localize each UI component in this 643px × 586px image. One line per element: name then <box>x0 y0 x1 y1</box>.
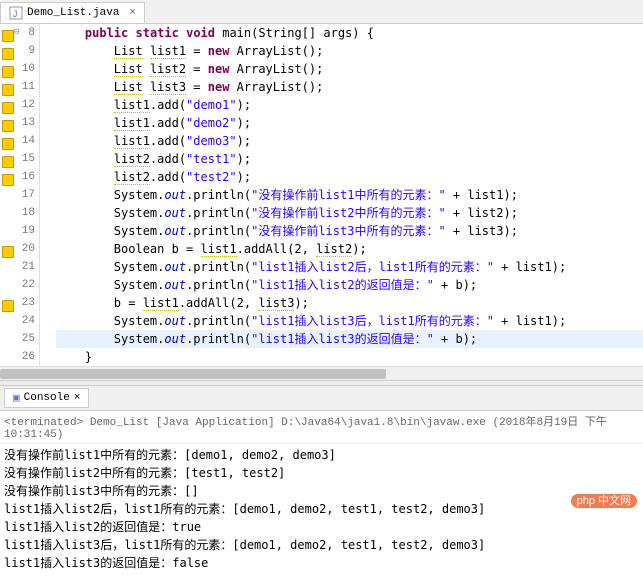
code-line[interactable]: List list3 = new ArrayList(); <box>56 78 643 96</box>
horizontal-scrollbar[interactable] <box>0 366 643 380</box>
line-number: 10 <box>0 63 39 75</box>
line-number: 13 <box>0 117 39 129</box>
code-line[interactable]: System.out.println("没有操作前list3中所有的元素：" +… <box>56 222 643 240</box>
code-line[interactable]: list1.add("demo2"); <box>56 114 643 132</box>
console-tab[interactable]: ▣ Console × <box>4 388 89 408</box>
watermark-badge: php 中文网 <box>571 494 637 508</box>
line-number: 26 <box>0 351 39 363</box>
java-file-icon: J <box>9 6 23 20</box>
console-output[interactable]: 没有操作前list1中所有的元素：[demo1, demo2, demo3]没有… <box>0 444 643 574</box>
close-icon[interactable]: × <box>74 392 81 404</box>
line-number: 18 <box>0 207 39 219</box>
line-number: 25 <box>0 333 39 345</box>
file-tab-label: Demo_List.java <box>27 7 119 19</box>
code-line[interactable]: List list1 = new ArrayList(); <box>56 42 643 60</box>
console-tab-label: Console <box>24 392 70 404</box>
code-line[interactable]: System.out.println("没有操作前list2中所有的元素：" +… <box>56 204 643 222</box>
code-line[interactable]: list1.add("demo1"); <box>56 96 643 114</box>
code-line[interactable]: list2.add("test1"); <box>56 150 643 168</box>
line-number: 8 <box>0 27 39 39</box>
code-line[interactable]: b = list1.addAll(2, list3); <box>56 294 643 312</box>
line-number: 11 <box>0 81 39 93</box>
line-number: 24 <box>0 315 39 327</box>
code-line[interactable]: public static void main(String[] args) { <box>56 24 643 42</box>
code-line[interactable]: list2.add("test2"); <box>56 168 643 186</box>
line-number: 21 <box>0 261 39 273</box>
console-line: 没有操作前list1中所有的元素：[demo1, demo2, demo3] <box>4 446 639 464</box>
line-number: 23 <box>0 297 39 309</box>
line-number: 22 <box>0 279 39 291</box>
console-line: 没有操作前list2中所有的元素：[test1, test2] <box>4 464 639 482</box>
console-icon: ▣ <box>13 391 20 405</box>
console-panel: ▣ Console × <terminated> Demo_List [Java… <box>0 386 643 574</box>
line-number: 14 <box>0 135 39 147</box>
file-tab[interactable]: J Demo_List.java × <box>0 2 145 23</box>
line-number: 20 <box>0 243 39 255</box>
line-gutter: 8 9 10 11 12 13 14 15 16 17 18 19 20 21 22 23 24 25 26 <box>0 24 40 366</box>
line-number: 17 <box>0 189 39 201</box>
console-line: 没有操作前list3中所有的元素：[] <box>4 482 639 500</box>
code-area[interactable]: public static void main(String[] args) {… <box>40 24 643 366</box>
line-number: 12 <box>0 99 39 111</box>
code-line[interactable]: System.out.println("list1插入list2的返回值是：" … <box>56 276 643 294</box>
code-line[interactable]: list1.add("demo3"); <box>56 132 643 150</box>
line-number: 15 <box>0 153 39 165</box>
code-line[interactable]: List list2 = new ArrayList(); <box>56 60 643 78</box>
terminated-process-label: <terminated> Demo_List [Java Application… <box>0 411 643 444</box>
watermark: php 中文网 <box>571 492 637 508</box>
code-line[interactable]: System.out.println("list1插入list3的返回值是：" … <box>56 330 643 348</box>
console-line: list1插入list2的返回值是：true <box>4 518 639 536</box>
console-line: list1插入list3的返回值是：false <box>4 554 639 572</box>
code-line[interactable]: Boolean b = list1.addAll(2, list2); <box>56 240 643 258</box>
scrollbar-thumb[interactable] <box>0 369 386 379</box>
code-line[interactable]: System.out.println("list1插入list3后，list1所… <box>56 312 643 330</box>
code-line[interactable]: } <box>56 348 643 366</box>
line-number: 19 <box>0 225 39 237</box>
line-number: 9 <box>0 45 39 57</box>
line-number: 16 <box>0 171 39 183</box>
console-tab-bar: ▣ Console × <box>0 386 643 411</box>
console-line: list1插入list3后，list1所有的元素：[demo1, demo2, … <box>4 536 639 554</box>
code-line[interactable]: System.out.println("list1插入list2后，list1所… <box>56 258 643 276</box>
svg-text:J: J <box>12 10 18 20</box>
console-line: list1插入list2后，list1所有的元素：[demo1, demo2, … <box>4 500 639 518</box>
editor-tab-bar: J Demo_List.java × <box>0 0 643 24</box>
close-icon[interactable]: × <box>129 7 136 19</box>
code-editor[interactable]: 8 9 10 11 12 13 14 15 16 17 18 19 20 21 22 23 24 25 26 pub… <box>0 24 643 366</box>
code-line[interactable]: System.out.println("没有操作前list1中所有的元素：" +… <box>56 186 643 204</box>
